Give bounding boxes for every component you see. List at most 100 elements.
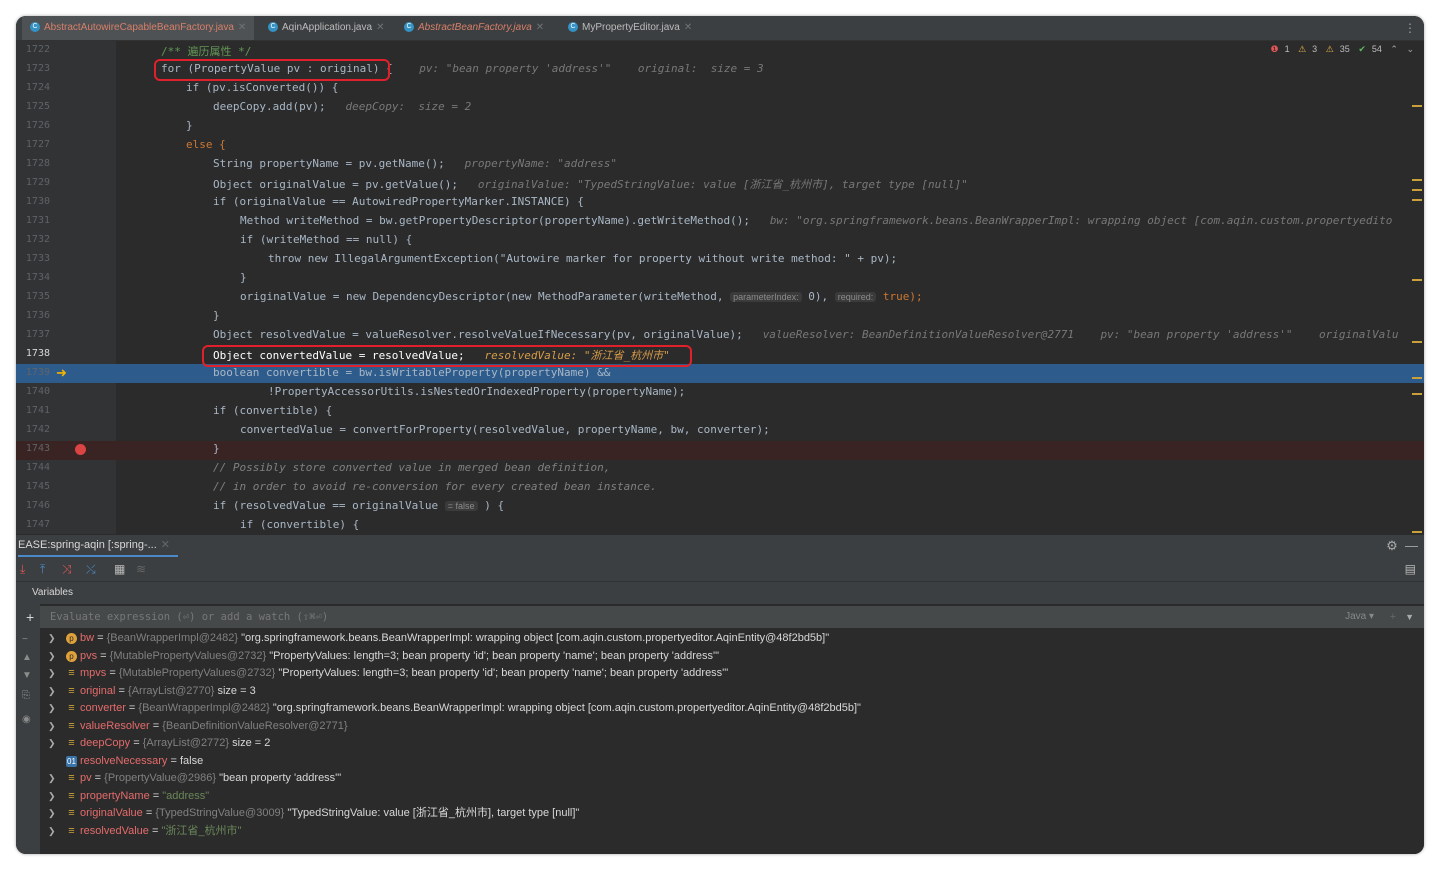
copy-icon[interactable]: ⎘ bbox=[22, 690, 30, 701]
error-stripe-mark[interactable] bbox=[1412, 377, 1422, 379]
inline-value-hint: originalValue: "TypedStringValue: value … bbox=[477, 178, 968, 191]
code-text: !PropertyAccessorUtils.isNestedOrIndexed… bbox=[268, 385, 686, 398]
evaluate-icon[interactable]: ▦ bbox=[114, 561, 125, 577]
line-number[interactable]: 1738 bbox=[16, 348, 50, 359]
close-icon[interactable]: ✕ bbox=[376, 22, 384, 33]
close-icon[interactable]: ✕ bbox=[161, 539, 170, 551]
line-number[interactable]: 1730 bbox=[16, 196, 50, 207]
line-number[interactable]: 1734 bbox=[16, 272, 50, 283]
editor-tab-bar: C AbstractAutowireCapableBeanFactory.java… bbox=[16, 16, 1424, 41]
expand-arrow-icon[interactable]: ❯ bbox=[48, 770, 56, 787]
tab-abstract-bean-factory[interactable]: C AbstractBeanFactory.java ✕ bbox=[398, 16, 550, 40]
expand-arrow-icon[interactable]: ❯ bbox=[48, 700, 56, 717]
expand-arrow-icon[interactable]: ❯ bbox=[48, 630, 56, 647]
code-editor[interactable]: 1722 1723 1724 1725 1726 1727 1728 1729 1730 1731… bbox=[16, 41, 1424, 534]
line-number[interactable]: 1723 bbox=[16, 63, 50, 74]
line-number[interactable]: 1742 bbox=[16, 424, 50, 435]
variable-name: original bbox=[80, 684, 116, 697]
evaluate-expression-bar[interactable]: + Evaluate expression (⏎) or add a watch… bbox=[26, 606, 1424, 628]
trace-icon[interactable]: ≋ bbox=[136, 561, 146, 577]
line-number[interactable]: 1724 bbox=[16, 82, 50, 93]
chevron-down-icon[interactable]: ⌄ bbox=[1406, 44, 1414, 54]
expand-arrow-icon[interactable]: ❯ bbox=[48, 718, 56, 735]
variable-equals: = bbox=[149, 719, 163, 732]
error-stripe-mark[interactable] bbox=[1412, 189, 1422, 191]
line-number[interactable]: 1735 bbox=[16, 291, 50, 302]
breakpoint-icon[interactable] bbox=[75, 444, 86, 455]
code-text: throw new IllegalArgumentException("Auto… bbox=[268, 252, 898, 265]
error-stripe-mark[interactable] bbox=[1412, 531, 1422, 533]
line-number[interactable]: 1745 bbox=[16, 481, 50, 492]
line-number[interactable]: 1729 bbox=[16, 177, 50, 188]
error-stripe-mark[interactable] bbox=[1412, 279, 1422, 281]
remove-icon[interactable]: − bbox=[22, 634, 28, 645]
chevron-down-icon[interactable]: ▼ bbox=[1405, 606, 1414, 628]
tab-aqin-application[interactable]: C AqinApplication.java ✕ bbox=[262, 16, 390, 40]
step-over-icon[interactable]: ⤓ bbox=[20, 561, 25, 577]
close-icon[interactable]: ✕ bbox=[238, 22, 246, 33]
layout-icon[interactable]: ▤ bbox=[1405, 561, 1416, 577]
expand-arrow-icon[interactable]: ❯ bbox=[48, 823, 56, 840]
error-stripe-mark[interactable] bbox=[1412, 199, 1422, 201]
annotation-box-for-loop bbox=[154, 59, 390, 81]
code-text: } bbox=[186, 119, 193, 132]
line-number[interactable]: 1732 bbox=[16, 234, 50, 245]
more-tabs-icon[interactable]: ⋮ bbox=[1404, 16, 1416, 40]
line-number[interactable]: 1727 bbox=[16, 139, 50, 150]
chevron-down-icon[interactable]: ▼ bbox=[22, 670, 32, 681]
code-text: 0), bbox=[808, 290, 829, 303]
expand-arrow-icon[interactable]: ❯ bbox=[48, 665, 56, 682]
language-selector[interactable]: Java ▾ bbox=[1345, 606, 1374, 628]
add-icon[interactable]: + bbox=[1390, 606, 1396, 628]
expand-arrow-icon[interactable]: ❯ bbox=[48, 648, 56, 665]
line-number[interactable]: 1743 bbox=[16, 443, 50, 454]
line-number[interactable]: 1739 bbox=[16, 367, 50, 378]
tab-my-property-editor[interactable]: C MyPropertyEditor.java ✕ bbox=[562, 16, 698, 40]
code-line-1740: !PropertyAccessorUtils.isNestedOrIndexed… bbox=[268, 385, 685, 398]
debug-session-tab[interactable]: EASE:spring-aqin [:spring-... ✕ bbox=[18, 535, 179, 557]
expand-arrow-icon[interactable]: ❯ bbox=[48, 788, 56, 805]
variable-equals: = bbox=[94, 632, 107, 644]
step-into-icon[interactable]: ⤒ bbox=[40, 561, 45, 577]
variable-value: "TypedStringValue: value [浙江省_杭州市], targ… bbox=[287, 807, 580, 819]
minimize-icon[interactable]: — bbox=[1405, 538, 1418, 553]
tab-abstract-autowire-capable-bean-factory[interactable]: C AbstractAutowireCapableBeanFactory.java… bbox=[22, 16, 255, 40]
close-icon[interactable]: ✕ bbox=[536, 22, 544, 33]
step-out-icon[interactable]: ⤯ bbox=[86, 561, 96, 577]
error-stripe-mark[interactable] bbox=[1412, 179, 1422, 181]
line-number[interactable]: 1737 bbox=[16, 329, 50, 340]
line-number[interactable]: 1733 bbox=[16, 253, 50, 264]
code-line-1728: String propertyName = pv.getName(); prop… bbox=[213, 157, 617, 170]
line-number[interactable]: 1736 bbox=[16, 310, 50, 321]
error-stripe-mark[interactable] bbox=[1412, 105, 1422, 107]
inspection-status[interactable]: ❶1 ⚠ 3 ⚠ 35 ✔ 54 ⌃ ⌄ bbox=[1264, 44, 1414, 55]
line-number[interactable]: 1726 bbox=[16, 120, 50, 131]
line-number[interactable]: 1746 bbox=[16, 500, 50, 511]
variable-text: deepCopy = {ArrayList@2772} size = 2 bbox=[80, 735, 270, 752]
watch-icon[interactable]: ◉ bbox=[22, 714, 31, 725]
variable-value: false bbox=[179, 754, 204, 767]
evaluate-expression-input[interactable]: Evaluate expression (⏎) or add a watch (… bbox=[50, 606, 328, 628]
error-stripe-mark[interactable] bbox=[1412, 341, 1422, 343]
variable-value: "PropertyValues: length=3; bean property… bbox=[269, 649, 720, 662]
expand-arrow-icon[interactable]: ❯ bbox=[48, 805, 56, 822]
variable-reference: {ArrayList@2770} bbox=[128, 684, 215, 697]
line-number[interactable]: 1731 bbox=[16, 215, 50, 226]
line-number[interactable]: 1741 bbox=[16, 405, 50, 416]
gear-icon[interactable]: ⚙ bbox=[1386, 538, 1398, 553]
close-icon[interactable]: ✕ bbox=[684, 22, 692, 33]
line-number[interactable]: 1747 bbox=[16, 519, 50, 530]
force-step-into-icon[interactable]: ⤨ bbox=[62, 561, 72, 577]
add-watch-icon[interactable]: + bbox=[26, 606, 34, 628]
line-number[interactable]: 1728 bbox=[16, 158, 50, 169]
chevron-up-icon[interactable]: ▲ bbox=[22, 652, 32, 663]
line-number[interactable]: 1725 bbox=[16, 101, 50, 112]
expand-arrow-icon[interactable]: ❯ bbox=[48, 735, 56, 752]
expand-arrow-icon[interactable]: ❯ bbox=[48, 683, 56, 700]
variable-type-icon: ≡ bbox=[68, 684, 75, 697]
line-number[interactable]: 1744 bbox=[16, 462, 50, 473]
line-number[interactable]: 1722 bbox=[16, 44, 50, 55]
error-stripe-mark[interactable] bbox=[1412, 393, 1422, 395]
chevron-up-icon[interactable]: ⌃ bbox=[1390, 44, 1398, 54]
line-number[interactable]: 1740 bbox=[16, 386, 50, 397]
